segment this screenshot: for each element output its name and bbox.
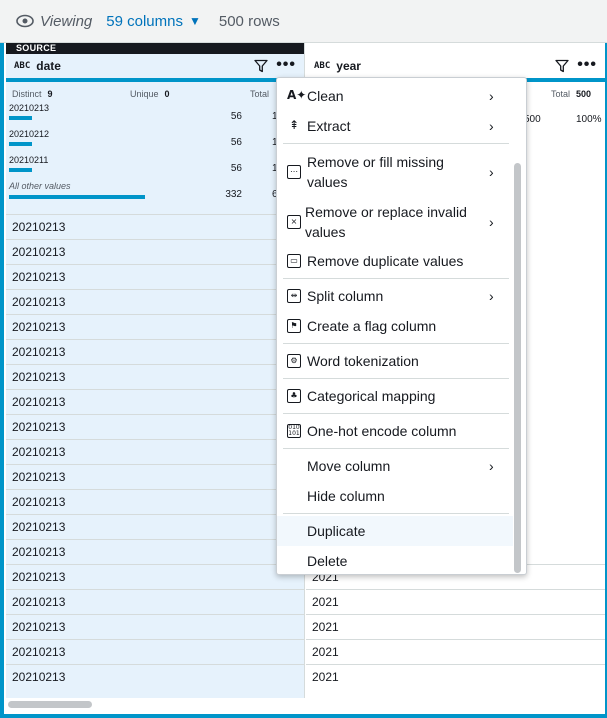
menu-item-extract[interactable]: ⇞ Extract ›: [277, 114, 513, 138]
menu-item-duplicate[interactable]: Duplicate: [277, 516, 513, 546]
table-cell[interactable]: 2021: [306, 639, 605, 664]
column-name: year: [336, 59, 361, 73]
duplicate-values-icon: ▭: [287, 254, 301, 268]
menu-item-move-column[interactable]: Move column ›: [277, 454, 513, 478]
total-stat: Total 500: [551, 89, 592, 99]
tokenization-icon: ⚙: [287, 354, 301, 368]
table-cell[interactable]: 2021: [306, 614, 605, 639]
table-cell[interactable]: 20210213: [6, 614, 305, 639]
menu-item-one-hot-encode[interactable]: 010 101 One-hot encode column: [277, 419, 513, 443]
viewing-label: Viewing: [40, 12, 93, 30]
menu-divider: [283, 413, 509, 414]
menu-divider: [283, 343, 509, 344]
table-cell[interactable]: 2021: [306, 664, 605, 689]
chevron-right-icon: ›: [489, 118, 494, 134]
table-cell[interactable]: 20210213: [6, 664, 305, 689]
menu-item-delete[interactable]: Delete: [277, 549, 513, 573]
table-cell[interactable]: 20210213: [6, 464, 305, 489]
table-cell[interactable]: 20210213: [6, 439, 305, 464]
table-cell[interactable]: 20210213: [6, 314, 305, 339]
year-cells: 2021 2021 2021 2021 2021: [306, 564, 605, 689]
menu-divider: [283, 378, 509, 379]
menu-item-categorical-mapping[interactable]: ♣ Categorical mapping: [277, 384, 513, 408]
table-cell[interactable]: 20210213: [6, 414, 305, 439]
table-cell[interactable]: 20210213: [6, 589, 305, 614]
distinct-stat: Distinct 9: [12, 89, 53, 99]
top-value-percent: 100%: [576, 114, 602, 125]
menu-divider: [283, 513, 509, 514]
top-value-row[interactable]: 20210213 56 1: [6, 103, 305, 127]
chevron-right-icon: ›: [489, 88, 494, 104]
column-header-date[interactable]: ABC date •••: [6, 54, 304, 78]
other-values-row[interactable]: All other values 332 6: [6, 181, 305, 205]
top-value-row[interactable]: 20210212 56 1: [6, 129, 305, 153]
split-column-icon: ⇹: [287, 289, 301, 303]
table-cell[interactable]: 20210213: [6, 339, 305, 364]
clean-icon: A✦: [287, 88, 307, 102]
string-type-badge: ABC: [14, 61, 31, 71]
grid-bottom-border: [0, 714, 607, 718]
menu-item-remove-replace-invalid[interactable]: × Remove or replace invalid values ›: [277, 200, 513, 244]
value-bar: [9, 142, 32, 146]
table-cell[interactable]: 20210213: [6, 264, 305, 289]
chevron-right-icon: ›: [489, 214, 494, 230]
filter-icon[interactable]: [555, 59, 569, 73]
source-tag: SOURCE: [6, 43, 304, 54]
filter-icon[interactable]: [254, 59, 268, 73]
table-cell[interactable]: 20210213: [6, 389, 305, 414]
columns-dropdown[interactable]: 59 columns: [106, 13, 183, 30]
caret-down-icon[interactable]: ▼: [189, 14, 201, 28]
table-cell[interactable]: 20210213: [6, 239, 305, 264]
top-value-row[interactable]: 20210211 56 1: [6, 155, 305, 179]
table-cell[interactable]: 20210213: [6, 539, 305, 564]
value-bar: [9, 195, 145, 199]
view-toolbar: Viewing 59 columns ▼ 500 rows: [0, 0, 607, 43]
menu-divider: [283, 143, 509, 144]
table-cell[interactable]: 20210213: [6, 214, 305, 239]
table-cell[interactable]: 20210213: [6, 489, 305, 514]
column-stats: Distinct 9 Unique 0 Total 20210213 56 1 20…: [6, 82, 304, 212]
table-cell[interactable]: 20210213: [6, 564, 305, 589]
rows-count: 500 rows: [218, 12, 280, 30]
chevron-right-icon: ›: [489, 288, 494, 304]
menu-item-remove-duplicates[interactable]: ▭ Remove duplicate values: [277, 249, 513, 273]
table-cell[interactable]: 20210213: [6, 364, 305, 389]
value-bar: [9, 168, 32, 172]
column-name: date: [36, 59, 61, 73]
menu-item-create-flag[interactable]: ⚑ Create a flag column: [277, 314, 513, 338]
unique-stat: Unique 0: [130, 89, 170, 99]
total-stat: Total: [250, 89, 270, 99]
table-cell[interactable]: 20210213: [6, 639, 305, 664]
missing-values-icon: ⋯: [287, 165, 301, 179]
more-options-icon[interactable]: •••: [276, 56, 296, 74]
column-date[interactable]: SOURCE ABC date ••• Distinct 9 Unique 0 To…: [6, 43, 305, 698]
extract-icon: ⇞: [288, 118, 300, 132]
chevron-right-icon: ›: [489, 164, 494, 180]
menu-divider: [283, 448, 509, 449]
invalid-values-icon: ×: [287, 215, 301, 229]
menu-scrollbar[interactable]: [514, 163, 521, 573]
grid-left-border: [0, 43, 4, 718]
categorical-mapping-icon: ♣: [287, 389, 301, 403]
menu-item-clean[interactable]: A✦ Clean ›: [277, 84, 513, 108]
flag-column-icon: ⚑: [287, 319, 301, 333]
eye-icon: [16, 14, 34, 28]
date-cells: 20210213 20210213 20210213 20210213 20210213…: [6, 214, 305, 689]
table-cell[interactable]: 2021: [306, 589, 605, 614]
column-context-menu: A✦ Clean › ⇞ Extract › ⋯ Remove or fill …: [276, 77, 527, 575]
one-hot-icon: 010 101: [287, 424, 301, 438]
menu-item-remove-fill-missing[interactable]: ⋯ Remove or fill missing values ›: [277, 150, 513, 194]
menu-item-split-column[interactable]: ⇹ Split column ›: [277, 284, 513, 308]
more-options-icon[interactable]: •••: [577, 56, 597, 74]
table-cell[interactable]: 20210213: [6, 514, 305, 539]
column-header-year[interactable]: ABC year •••: [306, 54, 605, 78]
menu-item-hide-column[interactable]: Hide column: [277, 484, 513, 508]
table-cell[interactable]: 20210213: [6, 289, 305, 314]
horizontal-scrollbar[interactable]: [8, 701, 92, 708]
chevron-right-icon: ›: [489, 458, 494, 474]
value-bar: [9, 116, 32, 120]
menu-divider: [283, 278, 509, 279]
menu-item-word-tokenization[interactable]: ⚙ Word tokenization: [277, 349, 513, 373]
string-type-badge: ABC: [314, 61, 331, 71]
